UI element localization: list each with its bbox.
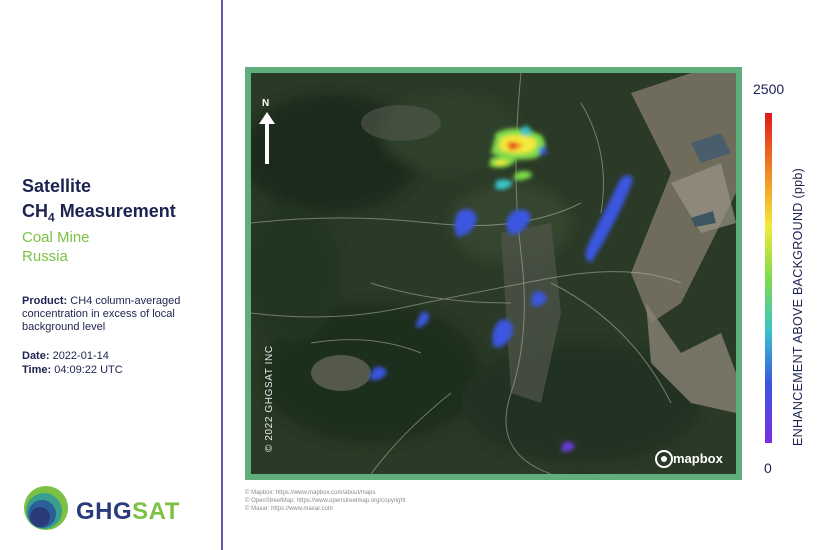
title-ch: CH [22, 201, 48, 221]
logo-wordmark: GHGSAT [76, 498, 180, 526]
north-arrow-icon [259, 112, 275, 164]
logo-text-ghg: GHG [76, 498, 133, 525]
sidebar-divider [221, 0, 223, 550]
date-value: 2022-01-14 [49, 350, 109, 362]
location-site: Coal Mine [22, 229, 90, 246]
time-value: 04:09:22 UTC [51, 364, 123, 376]
colorbar-max-label: 2500 [753, 81, 785, 97]
time-row: Time: 04:09:22 UTC [22, 364, 123, 376]
product-label: Product: [22, 295, 68, 307]
north-label: N [262, 98, 270, 109]
colorbar-axis-label: ENHANCEMENT ABOVE BACKGROUND (ppb) [791, 167, 805, 446]
title-subscript: 4 [48, 210, 55, 225]
mapbox-label[interactable]: mapbox [673, 451, 723, 466]
attribution-mapbox[interactable]: © Mapbox: https://www.mapbox.com/about/m… [245, 489, 406, 497]
title-line-2: CH4 Measurement [22, 201, 176, 225]
attribution-osm[interactable]: © OpenStreetMap: https://www.openstreetm… [245, 497, 406, 505]
title-measurement: Measurement [54, 201, 176, 221]
map-attribution: © Mapbox: https://www.mapbox.com/about/m… [245, 489, 406, 513]
date-row: Date: 2022-01-14 [22, 350, 109, 362]
location-country: Russia [22, 248, 68, 265]
copyright-text: © 2022 GHGSAT INC [264, 345, 275, 452]
logo-text-sat: SAT [132, 498, 180, 525]
colorbar-min-label: 0 [764, 460, 772, 476]
time-label: Time: [22, 364, 52, 376]
map-imagery [251, 73, 736, 474]
satellite-map[interactable] [251, 73, 736, 474]
date-label: Date: [22, 350, 50, 362]
colorbar [765, 113, 772, 443]
title-line-1: Satellite [22, 176, 92, 196]
product-description: Product: CH4 column-averaged concentrati… [22, 295, 212, 334]
attribution-maxar[interactable]: © Maxar: https://www.maxar.com [245, 505, 406, 513]
info-sidebar: Satellite CH4 Measurement Coal Mine Russ… [0, 0, 221, 550]
